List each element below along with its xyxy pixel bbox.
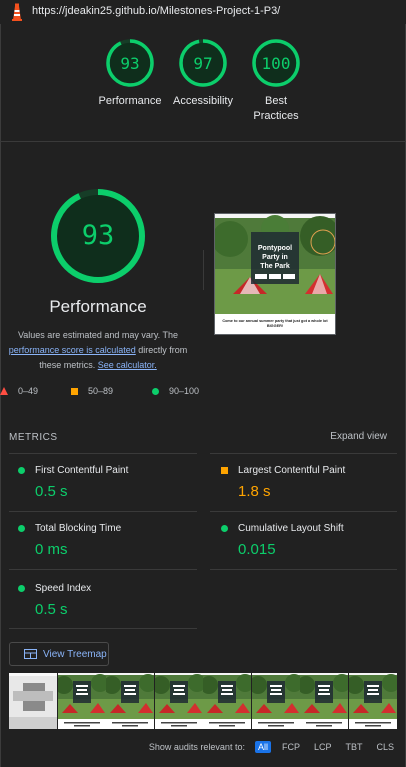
filmstrip-frame — [348, 673, 397, 729]
metric-value: 0 ms — [35, 541, 68, 558]
circle-icon — [152, 387, 159, 395]
metric-name: First Contentful Paint — [35, 465, 129, 476]
divider — [0, 141, 406, 142]
expand-view-toggle[interactable]: Expand view — [330, 431, 387, 442]
metric-name: Speed Index — [35, 583, 92, 594]
calculator-link[interactable]: See calculator. — [98, 360, 157, 370]
filter-cls[interactable]: CLS — [373, 741, 397, 753]
metric-value: 0.015 — [238, 541, 276, 558]
pass-icon — [18, 585, 25, 592]
filmstrip-frame — [203, 673, 251, 729]
filmstrip-frame — [300, 673, 348, 729]
gauge-ring: 100 — [252, 39, 300, 87]
filmstrip-frame — [106, 673, 154, 729]
treemap-label: View Treemap — [43, 648, 107, 660]
gauge-best-practices[interactable]: 100 Best Practices — [226, 38, 326, 124]
final-screenshot[interactable]: Pontypool Party in The Park Come to our … — [214, 213, 336, 335]
pass-icon — [221, 525, 228, 532]
divider-vertical — [203, 250, 204, 290]
legend-range: 50–89 — [88, 386, 114, 396]
pass-icon — [18, 525, 25, 532]
filter-all[interactable]: All — [254, 741, 271, 753]
legend-range: 0–49 — [18, 386, 39, 396]
legend-pass: 90–100 — [152, 386, 199, 396]
browser-bar: https://jdeakin25.github.io/Milestones-P… — [0, 0, 406, 24]
triangle-icon — [0, 387, 8, 395]
svg-text:BIGGER!: BIGGER! — [267, 324, 283, 328]
filmstrip-frame — [154, 673, 203, 729]
performance-title: Performance — [49, 297, 147, 316]
svg-text:Party in: Party in — [262, 254, 288, 261]
website-screenshot-image: Pontypool Party in The Park Come to our … — [215, 214, 335, 334]
square-icon — [71, 387, 78, 395]
filter-label: Show audits relevant to: — [148, 742, 245, 752]
svg-text:Come to our annual summer part: Come to our annual summer party that jus… — [222, 319, 328, 323]
filter-tbt[interactable]: TBT — [342, 741, 365, 753]
svg-text:The Park: The Park — [260, 263, 290, 270]
performance-description: Values are estimated and may vary. The p… — [0, 328, 196, 373]
gauge-label: Best Practices — [253, 95, 299, 122]
view-treemap-button[interactable]: View Treemap — [9, 642, 109, 666]
performance-gauge: 93 — [51, 189, 145, 283]
metric-value: 0.5 s — [35, 601, 68, 618]
gauge-score: 100 — [262, 54, 291, 73]
legend-average: 50–89 — [71, 386, 113, 396]
score-calc-link[interactable]: performance score is calculated — [9, 345, 136, 355]
average-icon — [221, 467, 228, 474]
filter-lcp[interactable]: LCP — [311, 741, 335, 753]
desc-text: Values are estimated and may vary. The — [17, 330, 179, 340]
metric-name: Cumulative Layout Shift — [238, 523, 344, 534]
hero-title: Pontypool — [258, 245, 292, 252]
metric-name: Largest Contentful Paint — [238, 465, 346, 476]
metrics-heading: METRICS — [9, 432, 58, 443]
gauge-ring: 93 — [106, 39, 154, 87]
filmstrip — [9, 673, 397, 729]
metric-name: Total Blocking Time — [35, 523, 122, 534]
audit-filter: Show audits relevant to: All FCP LCP TBT… — [149, 741, 397, 753]
metric-value: 1.8 s — [238, 483, 271, 500]
treemap-icon — [24, 649, 37, 659]
pass-icon — [18, 467, 25, 474]
legend-range: 90–100 — [169, 386, 200, 396]
filmstrip-frame — [9, 673, 57, 729]
filmstrip-frame — [57, 673, 106, 729]
page-url[interactable]: https://jdeakin25.github.io/Milestones-P… — [32, 5, 280, 17]
gauge-score: 97 — [193, 54, 212, 73]
metric-value: 0.5 s — [35, 483, 68, 500]
filmstrip-frame — [251, 673, 300, 729]
legend-fail: 0–49 — [0, 386, 38, 396]
performance-score: 93 — [82, 220, 115, 251]
filter-fcp[interactable]: FCP — [279, 741, 303, 753]
gauge-ring: 97 — [179, 39, 227, 87]
lighthouse-icon — [12, 3, 22, 21]
gauge-score: 93 — [120, 54, 139, 73]
